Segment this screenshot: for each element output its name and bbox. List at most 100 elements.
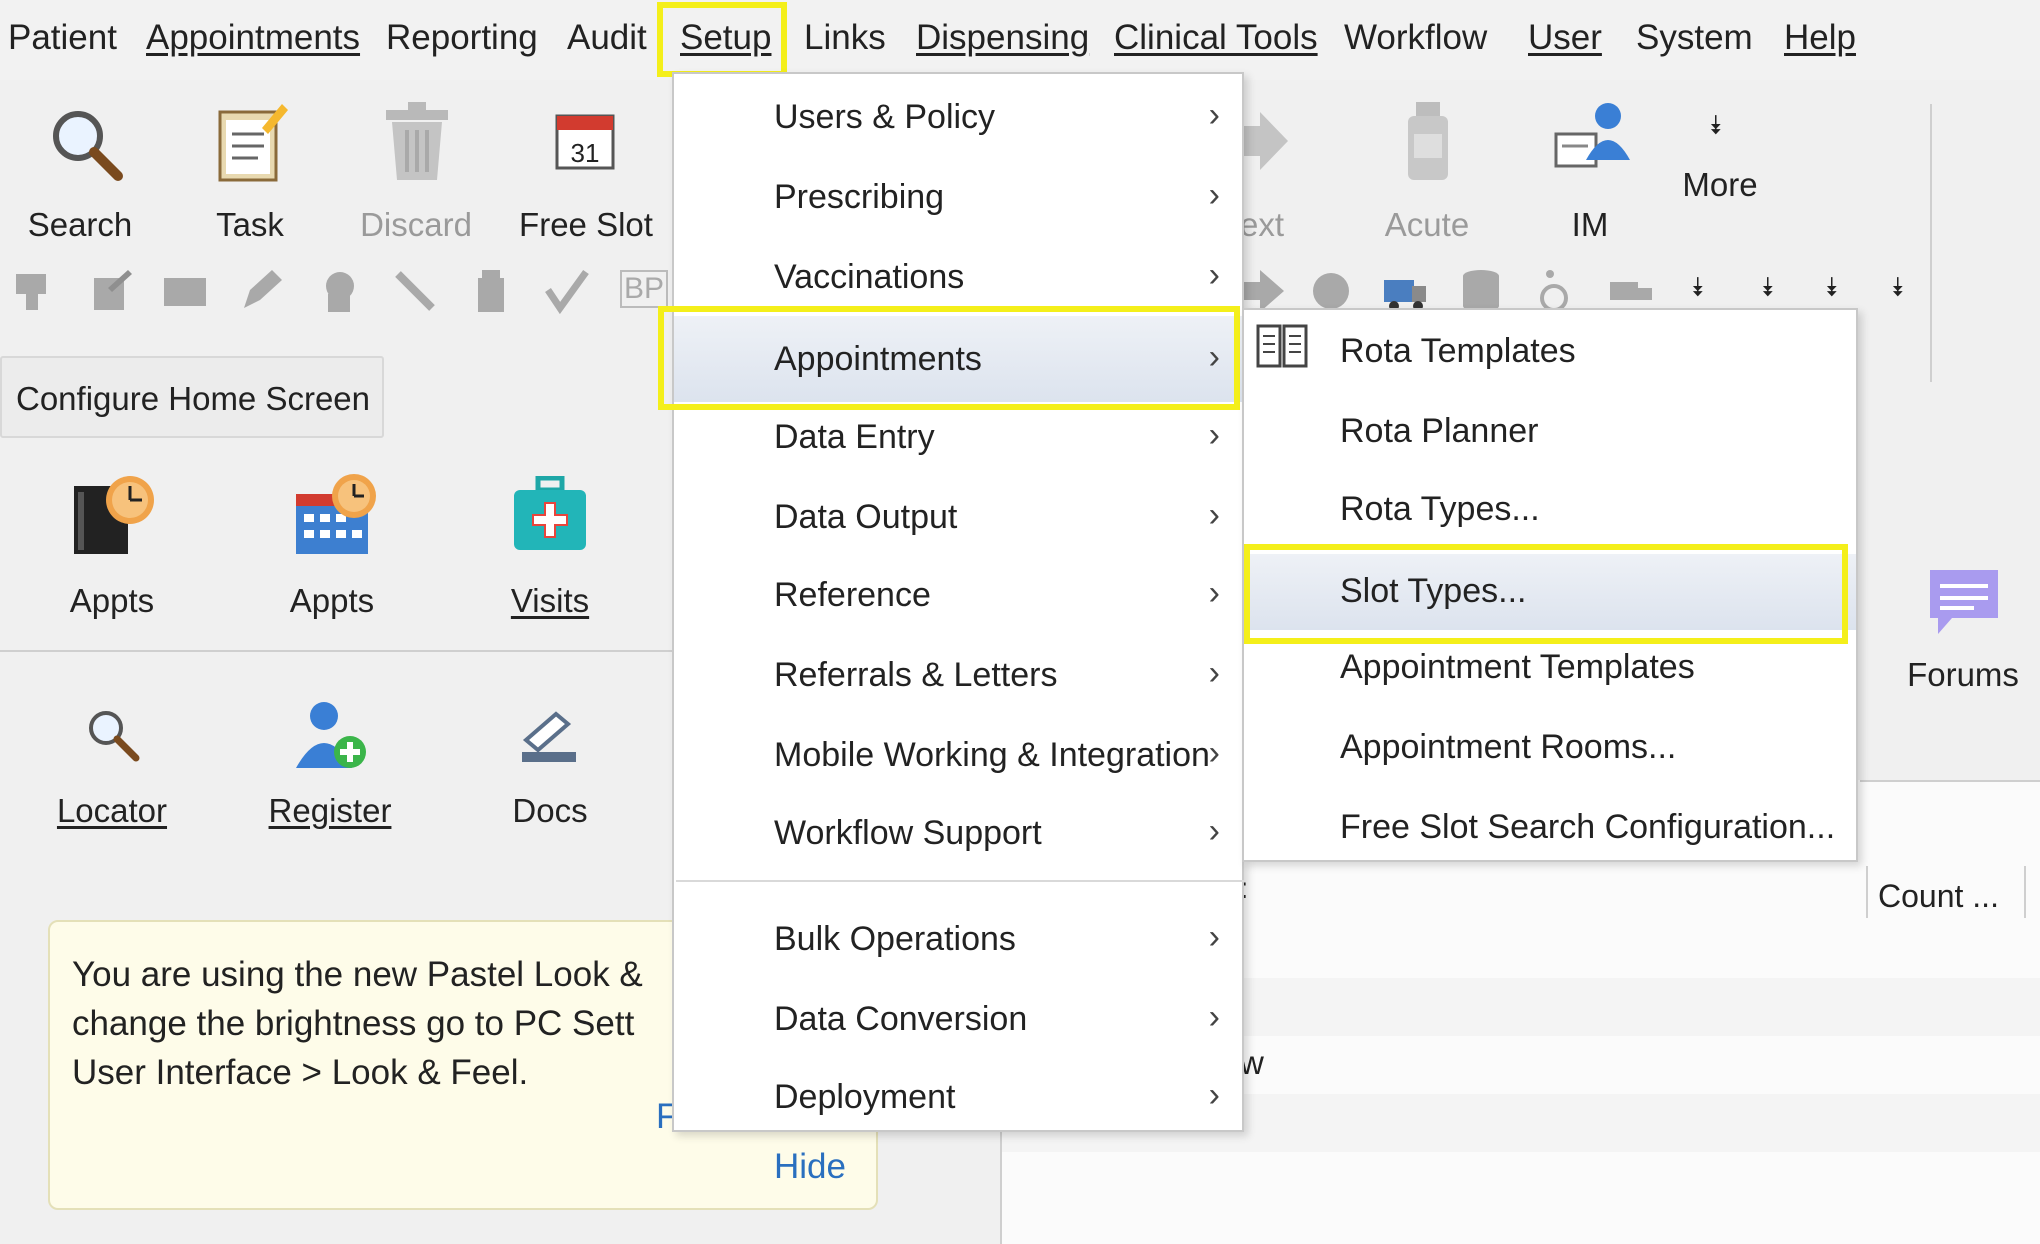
menu-workflow[interactable]: Workflow <box>1344 18 1487 58</box>
docs-label: Docs <box>512 792 588 829</box>
menu-item-label: Appointment Templates <box>1340 648 1695 686</box>
overflow-chevron-icon-3[interactable]: ⯯ <box>1824 272 1840 304</box>
search-label: Search <box>27 206 133 243</box>
menu-help[interactable]: Help <box>1784 18 1856 58</box>
chevron-right-icon: › <box>1208 256 1220 294</box>
register-tile[interactable]: Register <box>250 696 410 846</box>
menu-user[interactable]: User <box>1528 18 1602 58</box>
setup-menu-item-deployment[interactable]: Deployment › <box>674 1060 1242 1136</box>
menu-item-label: Data Conversion <box>774 1000 1028 1038</box>
docs-tile[interactable]: Docs <box>470 696 630 846</box>
menu-separator <box>676 880 1244 882</box>
register-label: Register <box>268 792 392 829</box>
locator-label: Locator <box>56 792 168 829</box>
bp-icon[interactable]: BP <box>620 270 669 308</box>
setup-menu-item-users-policy[interactable]: Users & Policy › <box>674 80 1242 156</box>
locator-tile[interactable]: Locator <box>32 696 192 846</box>
checkmark-icon[interactable] <box>544 268 590 314</box>
menu-links[interactable]: Links <box>804 18 886 58</box>
right-panel-top-border <box>1860 780 2040 782</box>
menu-system[interactable]: System <box>1636 18 1753 58</box>
submenu-item-free-slot-search-configuration[interactable]: Free Slot Search Configuration... <box>1244 790 1856 866</box>
appts-tile-2-label: Appts <box>289 582 375 619</box>
setup-menu: Users & Policy › Prescribing › Vaccinati… <box>672 72 1244 1132</box>
menu-bar: Patient Appointments Reporting Audit Set… <box>0 0 2040 80</box>
setup-menu-item-reference[interactable]: Reference › <box>674 558 1242 634</box>
submenu-item-rota-templates[interactable]: Rota Templates <box>1244 314 1856 390</box>
menu-appointments[interactable]: Appointments <box>146 18 360 58</box>
menu-reporting[interactable]: Reporting <box>386 18 538 58</box>
appts-tile-2[interactable]: Appts <box>252 470 412 620</box>
task-button[interactable]: Task <box>180 96 320 246</box>
instant-message-icon <box>1554 103 1630 168</box>
more-label: More <box>1682 166 1758 203</box>
card-icon[interactable] <box>162 268 208 314</box>
menu-item-label: Data Output <box>774 498 958 536</box>
forums-tile[interactable]: Forums <box>1888 560 2038 700</box>
submenu-item-rota-types[interactable]: Rota Types... <box>1244 472 1856 548</box>
menu-item-label: Rota Types... <box>1340 490 1540 528</box>
next-label: ext <box>1240 206 1285 243</box>
pen-icon[interactable] <box>238 268 284 314</box>
stamp-icon[interactable] <box>12 268 58 314</box>
next-button[interactable]: ext <box>1240 96 1300 246</box>
submenu-item-rota-planner[interactable]: Rota Planner <box>1244 394 1856 470</box>
trash-icon <box>386 102 448 180</box>
search-button[interactable]: Search <box>10 96 150 246</box>
hide-link[interactable]: Hide <box>774 1142 846 1191</box>
menu-item-label: Rota Planner <box>1340 412 1539 450</box>
menu-item-label: Appointment Rooms... <box>1340 728 1677 766</box>
free-slot-label: Free Slot <box>519 206 653 243</box>
menu-item-label: Bulk Operations <box>774 920 1016 958</box>
menu-audit[interactable]: Audit <box>567 18 647 58</box>
free-slot-button[interactable]: 31 Free Slot <box>506 96 666 246</box>
chevron-right-icon: › <box>1208 96 1220 134</box>
forum-chat-icon <box>1930 570 1998 634</box>
setup-menu-item-referrals-letters[interactable]: Referrals & Letters › <box>674 638 1242 714</box>
setup-menu-item-bulk-operations[interactable]: Bulk Operations › <box>674 902 1242 978</box>
overflow-chevron-icon-4[interactable]: ⯯ <box>1890 272 1906 304</box>
setup-menu-item-data-conversion[interactable]: Data Conversion › <box>674 982 1242 1058</box>
visits-tile[interactable]: Visits <box>470 470 630 620</box>
forums-label: Forums <box>1907 656 2019 693</box>
overflow-chevron-icon-1[interactable]: ⯯ <box>1690 272 1706 304</box>
acute-button[interactable]: Acute <box>1362 96 1492 246</box>
menu-item-label: Referrals & Letters <box>774 656 1058 694</box>
more-button[interactable]: ⯯ More <box>1660 110 1780 220</box>
medicine-bottle-icon <box>1408 102 1448 180</box>
chevron-right-icon: › <box>1208 654 1220 692</box>
menu-patient[interactable]: Patient <box>8 18 117 58</box>
menu-item-label: Free Slot Search Configuration... <box>1340 808 1836 846</box>
overflow-chevron-icon-2[interactable]: ⯯ <box>1760 272 1776 304</box>
setup-menu-item-data-entry[interactable]: Data Entry › <box>674 400 1242 476</box>
menu-item-label: Data Entry <box>774 418 935 456</box>
appointments-highlight-box <box>658 306 1240 410</box>
menu-dispensing[interactable]: Dispensing <box>916 18 1089 58</box>
menu-item-label: Vaccinations <box>774 258 965 296</box>
configure-home-screen-button[interactable]: Configure Home Screen <box>0 356 384 438</box>
menu-clinical-tools[interactable]: Clinical Tools <box>1114 18 1318 58</box>
setup-menu-item-mobile-working[interactable]: Mobile Working & Integration › <box>674 718 1242 794</box>
setup-menu-item-workflow-support[interactable]: Workflow Support › <box>674 796 1242 872</box>
bottle-icon[interactable] <box>468 268 514 314</box>
submenu-item-appointment-rooms[interactable]: Appointment Rooms... <box>1244 710 1856 786</box>
document-edit-icon[interactable] <box>88 268 134 314</box>
chevron-right-icon: › <box>1208 176 1220 214</box>
visits-tile-label: Visits <box>510 582 590 619</box>
count-column-header[interactable]: Count ... <box>1866 866 2026 918</box>
setup-menu-item-data-output[interactable]: Data Output › <box>674 480 1242 556</box>
chevron-right-icon: › <box>1208 416 1220 454</box>
calendar-day: 31 <box>571 138 600 168</box>
setup-menu-item-vaccinations[interactable]: Vaccinations › <box>674 240 1242 316</box>
setup-menu-item-prescribing[interactable]: Prescribing › <box>674 160 1242 236</box>
menu-item-label: Rota Templates <box>1340 332 1576 370</box>
task-label: Task <box>216 206 284 243</box>
discard-button[interactable]: Discard <box>346 96 486 246</box>
appts-tile-1[interactable]: Appts <box>32 470 192 620</box>
search-icon <box>53 111 123 181</box>
head-profile-icon[interactable] <box>316 268 362 314</box>
setup-highlight-box <box>657 2 787 77</box>
im-button[interactable]: IM <box>1520 96 1660 246</box>
syringe-icon[interactable] <box>392 268 438 314</box>
menu-item-label: Workflow Support <box>774 814 1042 852</box>
